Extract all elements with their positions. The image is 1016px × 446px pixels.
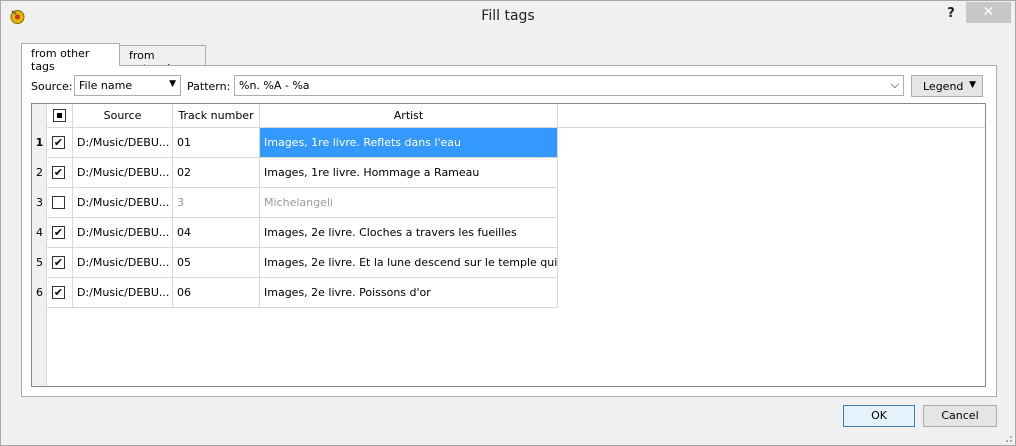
row-checkbox-cell[interactable] xyxy=(47,188,73,218)
row-checkbox-cell[interactable]: ✔ xyxy=(47,278,73,308)
column-header-source[interactable]: Source xyxy=(73,104,173,128)
track-number-cell[interactable]: 04 xyxy=(173,218,260,248)
artist-cell[interactable]: Images, 1re livre. Hommage a Rameau xyxy=(260,158,558,188)
artist-cell[interactable]: Images, 2e livre. Poissons d'or xyxy=(260,278,558,308)
source-cell[interactable]: D:/Music/DEBU... xyxy=(73,278,173,308)
legend-button-label: Legend xyxy=(923,80,964,93)
artist-cell[interactable]: Michelangeli xyxy=(260,188,558,218)
row-number: 5 xyxy=(36,256,43,269)
row-number: 4 xyxy=(36,226,43,239)
source-cell[interactable]: D:/Music/DEBU... xyxy=(73,128,173,158)
ok-button[interactable]: OK xyxy=(843,405,915,427)
row-checkbox[interactable] xyxy=(52,196,65,209)
fill-tags-dialog: Fill tags ? ✕ from network from other ta… xyxy=(0,0,1016,446)
source-cell[interactable]: D:/Music/DEBU... xyxy=(73,188,173,218)
chevron-down-icon: ▼ xyxy=(969,80,976,90)
row-checkbox[interactable]: ✔ xyxy=(52,256,65,269)
pattern-combo[interactable]: %n. %A - %a ⌵ xyxy=(234,75,904,96)
close-button[interactable]: ✕ xyxy=(966,2,1011,23)
row-checkbox[interactable]: ✔ xyxy=(52,166,65,179)
row-checkbox-cell[interactable]: ✔ xyxy=(47,218,73,248)
row-checkbox-cell[interactable]: ✔ xyxy=(47,128,73,158)
track-number-cell[interactable]: 05 xyxy=(173,248,260,278)
row-checkbox[interactable]: ✔ xyxy=(52,286,65,299)
chevron-down-icon: ⌵ xyxy=(890,78,899,91)
column-header-track-number[interactable]: Track number xyxy=(173,104,260,128)
source-label: Source: xyxy=(31,80,73,93)
track-number-cell[interactable]: 01 xyxy=(173,128,260,158)
row-number: 3 xyxy=(36,196,43,209)
tab-from-network[interactable]: from network xyxy=(119,45,206,75)
row-checkbox[interactable]: ✔ xyxy=(52,226,65,239)
window-title: Fill tags xyxy=(481,8,535,24)
column-header-filler xyxy=(558,104,985,128)
legend-button[interactable]: Legend ▼ xyxy=(911,75,983,97)
source-cell[interactable]: D:/Music/DEBU... xyxy=(73,248,173,278)
row-number: 6 xyxy=(36,286,43,299)
row-checkbox[interactable]: ✔ xyxy=(52,136,65,149)
column-header-artist[interactable]: Artist xyxy=(260,104,558,128)
help-button[interactable]: ? xyxy=(941,5,961,25)
artist-cell[interactable]: Images, 1re livre. Reflets dans l'eau xyxy=(260,128,558,158)
select-all-checkbox[interactable] xyxy=(53,109,66,122)
cancel-button[interactable]: Cancel xyxy=(923,405,997,427)
resize-grip-icon[interactable] xyxy=(1003,433,1013,443)
tab-from-other-tags[interactable]: from other tags xyxy=(21,43,120,73)
row-number: 1 xyxy=(35,136,44,149)
artist-cell[interactable]: Images, 2e livre. Cloches a travers les … xyxy=(260,218,558,248)
row-checkbox-cell[interactable]: ✔ xyxy=(47,158,73,188)
chevron-down-icon: ▼ xyxy=(169,79,176,89)
source-combo-value: File name xyxy=(79,79,133,92)
track-number-cell[interactable]: 06 xyxy=(173,278,260,308)
row-number: 2 xyxy=(36,166,43,179)
track-number-cell[interactable]: 02 xyxy=(173,158,260,188)
source-cell[interactable]: D:/Music/DEBU... xyxy=(73,158,173,188)
source-cell[interactable]: D:/Music/DEBU... xyxy=(73,218,173,248)
select-all-header[interactable] xyxy=(47,104,73,128)
pattern-label: Pattern: xyxy=(187,80,231,93)
track-number-cell[interactable]: 3 xyxy=(173,188,260,218)
title-bar[interactable]: Fill tags ? ✕ xyxy=(1,1,1015,32)
row-checkbox-cell[interactable]: ✔ xyxy=(47,248,73,278)
source-combo[interactable]: File name ▼ xyxy=(74,75,181,96)
tags-table: Source Track number Artist 1 ✔ D:/Music/DE… xyxy=(31,103,986,387)
pattern-combo-value: %n. %A - %a xyxy=(239,79,310,92)
artist-cell[interactable]: Images, 2e livre. Et la lune descend sur… xyxy=(260,248,558,278)
